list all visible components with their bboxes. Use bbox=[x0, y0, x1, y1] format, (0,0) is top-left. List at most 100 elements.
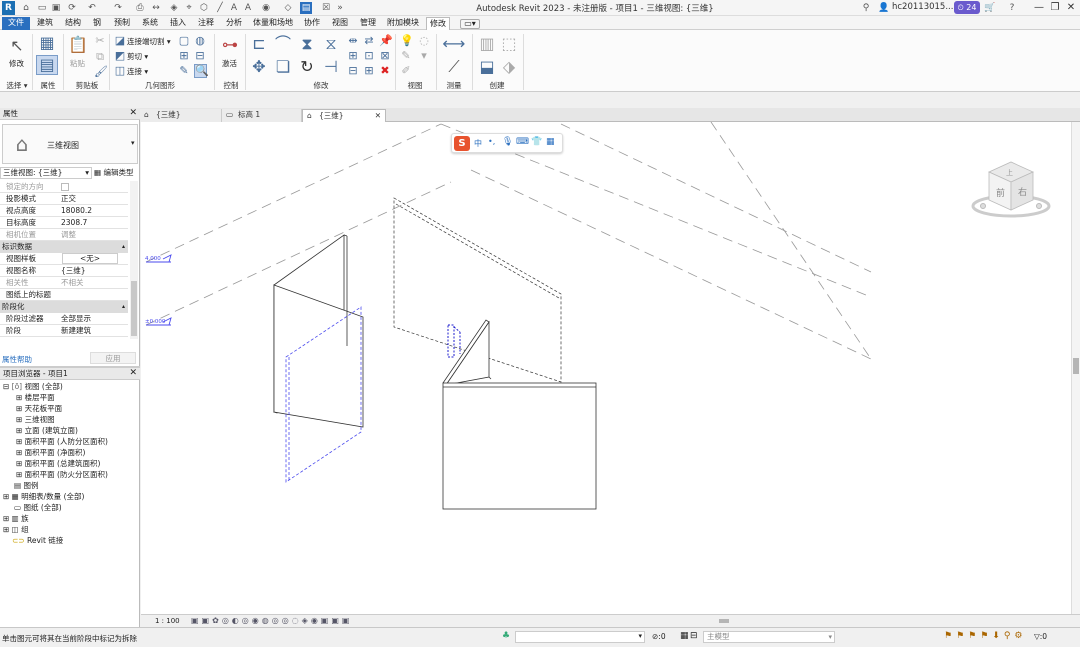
view-filter-icon[interactable]: ▾ bbox=[418, 50, 430, 62]
keyboard-icon[interactable]: ⌨ bbox=[516, 137, 529, 147]
offset-icon[interactable]: ⌒ bbox=[274, 35, 292, 53]
properties-help-link[interactable]: 属性帮助 bbox=[2, 354, 32, 365]
property-row-target-elevation[interactable]: 目标高度 2308.7 bbox=[0, 217, 128, 229]
filter-count[interactable]: ▽:0 bbox=[1034, 632, 1047, 641]
view-icon[interactable]: ◉ bbox=[260, 2, 272, 14]
create-group-icon[interactable]: ⬓ bbox=[478, 58, 496, 76]
modify-label[interactable]: 修改 bbox=[9, 58, 24, 69]
copy-element-icon[interactable]: ❏ bbox=[274, 58, 292, 76]
view-scale[interactable]: 1 : 100 bbox=[155, 617, 180, 625]
tree-item-legends[interactable]: ▤ 图例 bbox=[14, 481, 38, 491]
binoculars-icon[interactable]: ⚲ bbox=[860, 2, 872, 14]
tree-item-floor-plans[interactable]: ⊞ 楼层平面 bbox=[16, 393, 55, 403]
tab-architecture[interactable]: 建筑 bbox=[34, 17, 56, 30]
align-icon[interactable]: ⌖ bbox=[183, 2, 195, 14]
viewcube[interactable]: 前 右 上 bbox=[969, 154, 1057, 224]
tab-view[interactable]: 视图 bbox=[329, 17, 351, 30]
contextual-tab-toggle[interactable]: ▭▾ bbox=[460, 19, 480, 29]
chevron-down-icon[interactable]: ▾ bbox=[131, 139, 135, 147]
tab-insert[interactable]: 插入 bbox=[167, 17, 189, 30]
viewcube-top[interactable]: 上 bbox=[1006, 168, 1013, 177]
scrollbar-thumb[interactable] bbox=[1073, 358, 1079, 374]
hide-element-icon[interactable]: ✐ bbox=[400, 65, 412, 77]
dimension-icon[interactable]: ⟋ bbox=[442, 58, 466, 76]
tree-item-groups[interactable]: ⊞ ◫ 组 bbox=[3, 525, 29, 535]
paint-icon[interactable]: ◍ bbox=[194, 35, 206, 47]
cut-label[interactable]: 剪切 ▾ bbox=[127, 51, 148, 62]
group-label-select[interactable]: 选择 ▾ bbox=[4, 80, 30, 91]
microphone-icon[interactable]: 🎙 bbox=[502, 137, 513, 147]
panel-splitter[interactable] bbox=[0, 366, 140, 368]
property-row-view-template[interactable]: 视图样板 <无> bbox=[0, 253, 128, 265]
array-icon[interactable]: ⊞ bbox=[347, 50, 359, 62]
close-icon[interactable]: ✕ bbox=[375, 110, 381, 122]
pointer-icon[interactable]: ◇ bbox=[282, 2, 294, 14]
tree-item-3d-views[interactable]: ⊞ 三维视图 bbox=[16, 415, 55, 425]
type-properties-icon[interactable]: ▦ bbox=[37, 34, 57, 52]
viewcube-graphic[interactable]: 前 右 上 bbox=[969, 154, 1057, 224]
level-markers[interactable] bbox=[146, 254, 172, 326]
toolbox-icon[interactable]: ▦ bbox=[546, 137, 555, 147]
horizontal-scrollbar-thumb[interactable] bbox=[719, 619, 729, 623]
canvas-vertical-scrollbar[interactable] bbox=[1071, 122, 1080, 614]
split-gap-icon[interactable]: ⇄ bbox=[363, 35, 375, 47]
text-icon[interactable]: A bbox=[228, 2, 240, 14]
property-row-locked-orientation[interactable]: 锁定的方向 bbox=[0, 181, 128, 193]
scale-icon[interactable]: ⊡ bbox=[363, 50, 375, 62]
property-row-title-on-sheet[interactable]: 图纸上的标题 bbox=[0, 289, 128, 301]
sync-icon[interactable]: ⟳ bbox=[66, 2, 78, 14]
wall-joins-icon[interactable]: ⊞ bbox=[178, 50, 190, 62]
more-icon[interactable]: » bbox=[334, 2, 346, 14]
activate-controls-icon[interactable]: ⊶ bbox=[220, 36, 240, 54]
tab-massing[interactable]: 体量和场地 bbox=[251, 17, 295, 30]
close-icon[interactable]: ✕ bbox=[129, 108, 137, 119]
view-tab-level-1[interactable]: ▭ 标高 1 bbox=[222, 109, 302, 122]
punctuation-icon[interactable]: •, bbox=[488, 137, 495, 146]
tree-item-sheets[interactable]: ▭ 图纸 (全部) bbox=[14, 503, 62, 513]
property-row-camera-position[interactable]: 相机位置 调整 bbox=[0, 229, 128, 241]
create-similar-icon[interactable]: ⬗ bbox=[500, 58, 518, 76]
user-icon[interactable]: 👤 bbox=[878, 2, 890, 14]
unpin-icon[interactable]: ⊠ bbox=[379, 50, 391, 62]
tab-file[interactable]: 文件 bbox=[2, 17, 30, 30]
user-name[interactable]: hc20113015... bbox=[892, 2, 953, 12]
cut-geometry-icon[interactable]: ◩ bbox=[114, 50, 126, 62]
join-label[interactable]: 连接 ▾ bbox=[127, 66, 148, 77]
tab-systems[interactable]: 系统 bbox=[139, 17, 161, 30]
ime-toolbar[interactable]: S 中 •, 🎙 ⌨ 👕 ▦ bbox=[451, 133, 563, 153]
section-identity-data[interactable]: 标识数据 ▴ bbox=[0, 241, 128, 253]
tab-modify[interactable]: 修改 bbox=[426, 17, 450, 30]
trim-extend-icon[interactable]: ⊣ bbox=[322, 58, 340, 76]
property-row-eye-elevation[interactable]: 视点高度 18080.2 bbox=[0, 205, 128, 217]
activate-label[interactable]: 激活 bbox=[222, 58, 237, 69]
modify-arrow-icon[interactable]: ↖ bbox=[8, 37, 26, 55]
minimize-icon[interactable]: — bbox=[1032, 1, 1046, 15]
tab-manage[interactable]: 管理 bbox=[357, 17, 379, 30]
split-face-icon[interactable]: ▢ bbox=[178, 35, 190, 47]
workset-dropdown[interactable]: ▾ bbox=[515, 631, 645, 643]
tab-analyze[interactable]: 分析 bbox=[223, 17, 245, 30]
demolish-hammer-icon[interactable]: ✎ bbox=[178, 65, 190, 77]
type-selector[interactable]: ⌂ 三维视图 ▾ bbox=[2, 124, 138, 164]
measure-distance-icon[interactable]: ⟷ bbox=[442, 35, 466, 53]
demolish-active-icon[interactable]: 🔍 bbox=[194, 64, 209, 78]
drawing-canvas[interactable]: 4.000 ±0.000 S 中 •, 🎙 ⌨ 👕 ▦ 前 右 上 bbox=[141, 122, 1071, 614]
property-row-projection[interactable]: 投影模式 正交 bbox=[0, 193, 128, 205]
property-row-view-name[interactable]: 视图名称 {三维} bbox=[0, 265, 128, 277]
cart-icon[interactable]: 🛒 bbox=[984, 2, 996, 14]
tree-item-schedules[interactable]: ⊞ ▦ 明细表/数量 (全部) bbox=[3, 492, 84, 502]
split-element-icon[interactable]: ⇹ bbox=[347, 35, 359, 47]
tree-item-elevations[interactable]: ⊞ 立面 (建筑立面) bbox=[16, 426, 78, 436]
save-icon[interactable]: ▣ bbox=[50, 2, 62, 14]
mirror-axis-icon[interactable]: ⧗ bbox=[298, 35, 316, 53]
create-assembly-icon[interactable]: ▥ bbox=[478, 35, 496, 53]
property-row-phase-filter[interactable]: 阶段过滤器 全部显示 bbox=[0, 313, 128, 325]
copy-icon[interactable]: ⧉ bbox=[94, 51, 106, 63]
create-parts-icon[interactable]: ⬚ bbox=[500, 35, 518, 53]
design-option-dropdown[interactable]: 主模型 ▾ bbox=[703, 631, 835, 643]
tree-item-views[interactable]: ⊟ [ō] 视图 (全部) bbox=[3, 382, 63, 392]
paste-icon[interactable]: 📋 bbox=[68, 36, 88, 54]
override-eraser-icon[interactable]: ◌ bbox=[418, 35, 430, 47]
tab-collaborate[interactable]: 协作 bbox=[301, 17, 323, 30]
view-tab-3d-active[interactable]: ⌂ {三维} ✕ bbox=[302, 109, 386, 122]
